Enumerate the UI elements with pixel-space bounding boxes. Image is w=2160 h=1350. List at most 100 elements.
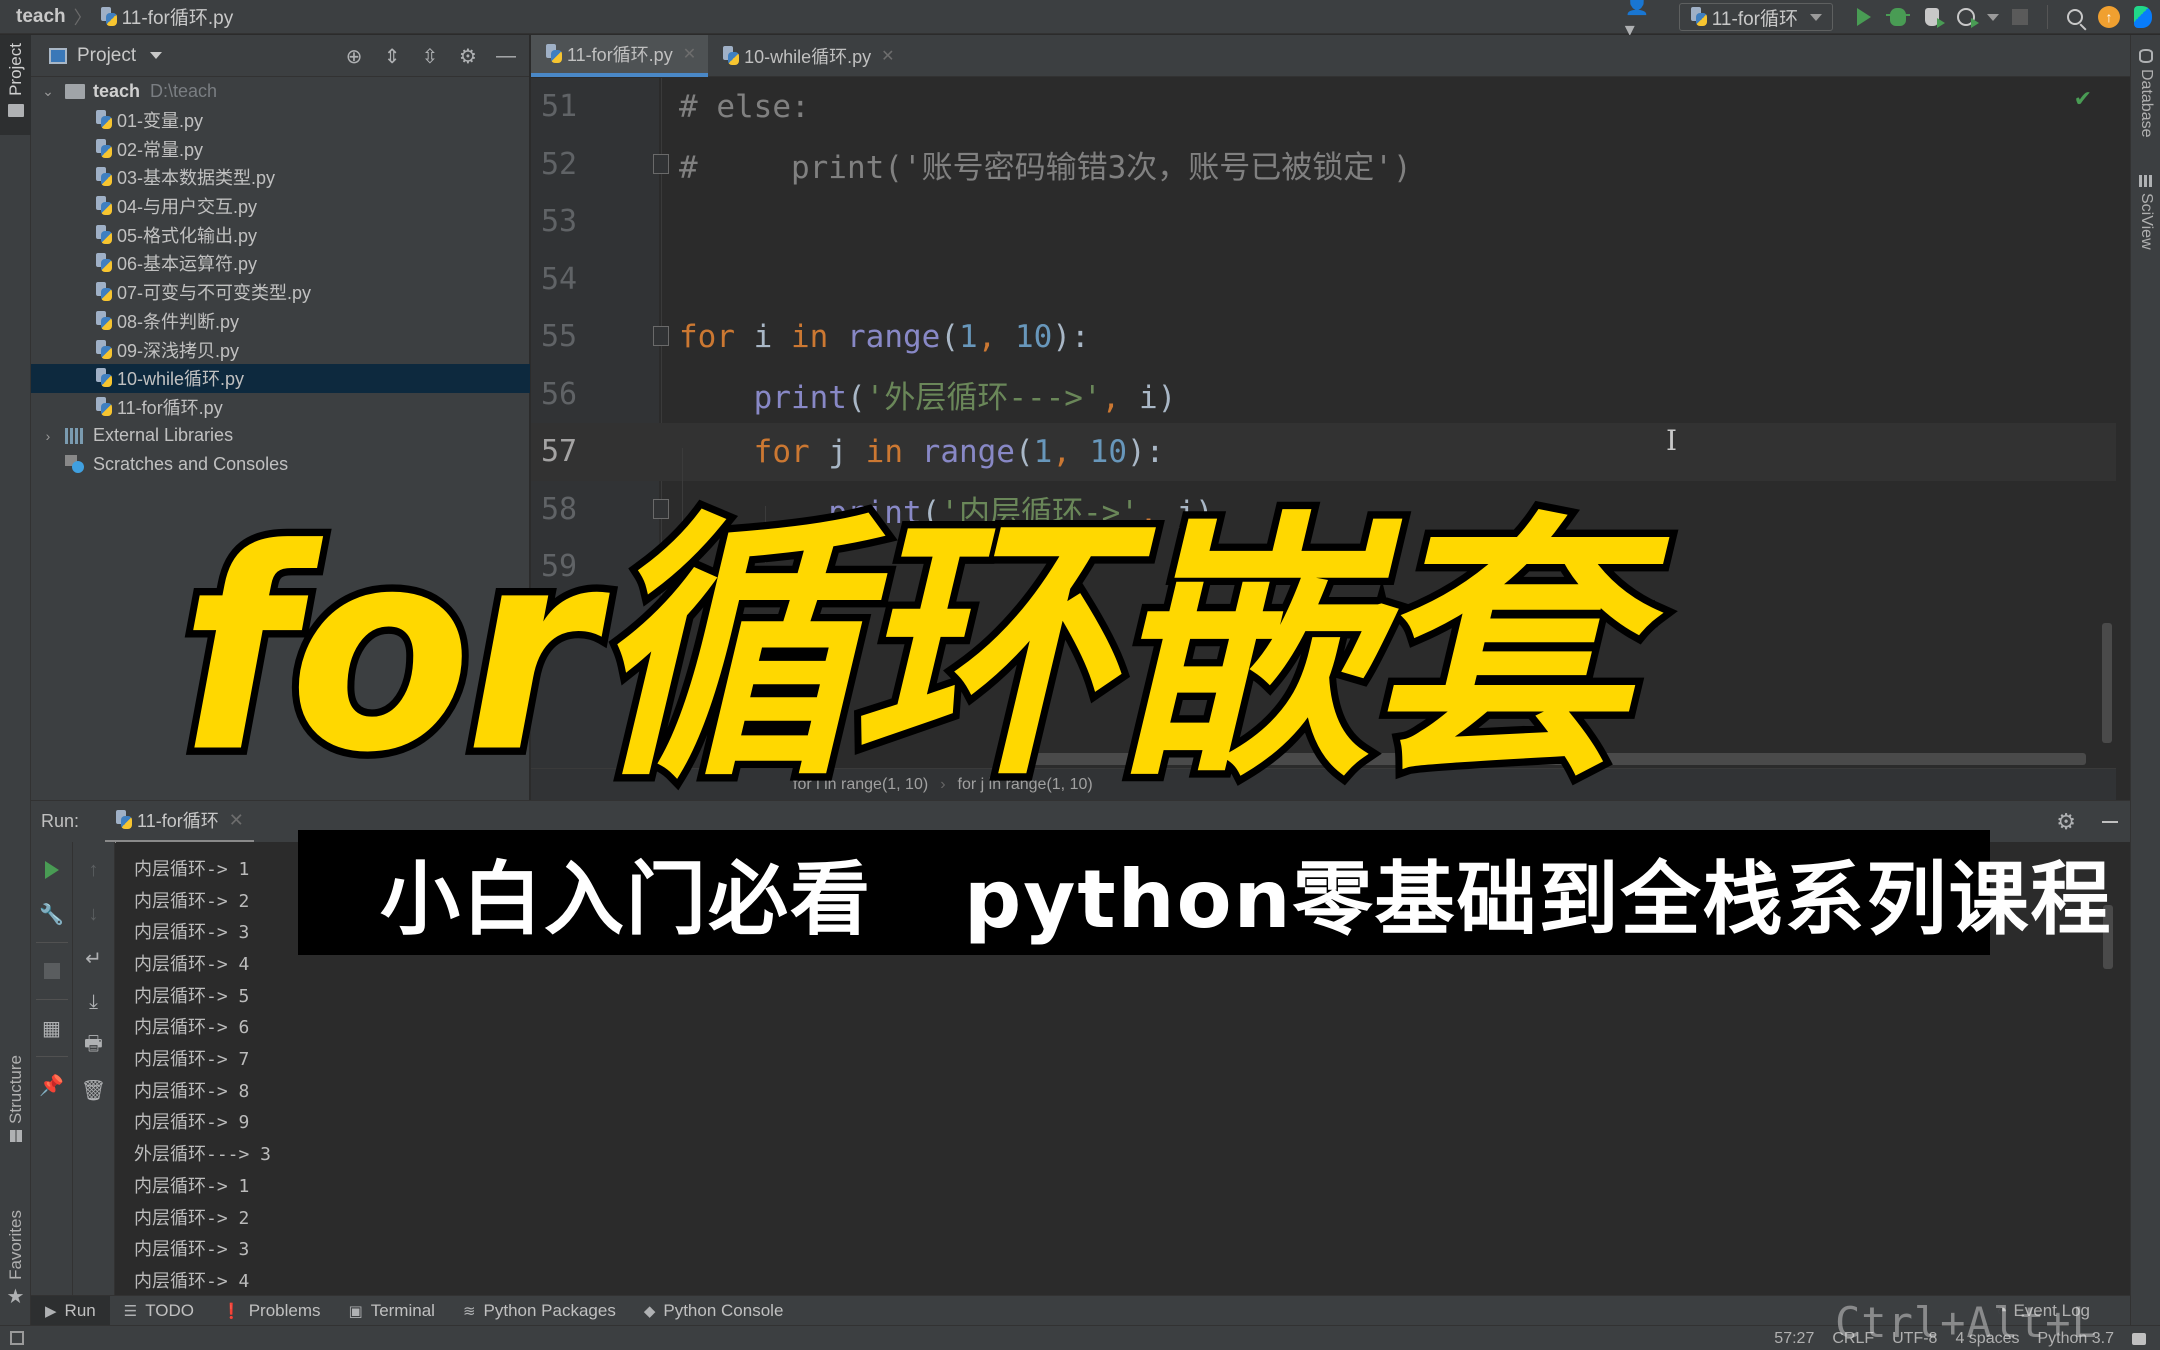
tree-file-item[interactable]: 09-深浅拷贝.py [31,335,530,364]
toolbox-button[interactable] [2126,2,2160,32]
editor-tab-while-loop[interactable]: 10-while循环.py ✕ [708,35,906,77]
project-view-select[interactable]: Project [77,45,136,67]
code-line[interactable]: 55 for i in range(1, 10): [531,308,2116,366]
tree-file-item[interactable]: 08-条件判断.py [31,307,530,336]
code-token: ( [940,318,959,355]
tree-file-item[interactable]: 04-与用户交互.py [31,192,530,221]
line-separator[interactable]: CRLF [1832,1330,1874,1348]
file-encoding[interactable]: UTF-8 [1892,1330,1937,1348]
scroll-down-button[interactable]: ↓ [79,898,109,930]
stop-button[interactable] [2003,2,2037,32]
print-button[interactable]: 🖶 [79,1030,109,1062]
python-icon [115,810,133,830]
soft-wrap-button[interactable]: ↵ [79,942,109,974]
gear-icon[interactable]: ⚙ [457,44,479,69]
scroll-to-end-button[interactable]: ⤓ [79,986,109,1018]
code-token: i) [1120,379,1177,416]
tree-scratches[interactable]: Scratches and Consoles [31,450,530,479]
console-output-line: 内层循环-> 9 [134,1112,250,1134]
hide-panel-icon[interactable]: — [495,45,517,68]
code-line[interactable]: 57 for j in range(1, 10): [531,423,2116,481]
code-line[interactable]: 51 # else: [531,78,2116,136]
hide-panel-icon[interactable] [2102,821,2118,823]
tree-file-item[interactable]: 05-格式化输出.py [31,220,530,249]
tree-file-item[interactable]: 07-可变与不可变类型.py [31,278,530,307]
coverage-button[interactable] [1915,2,1949,32]
update-button[interactable]: ↑ [2092,2,2126,32]
tree-file-item[interactable]: 11-for循环.py [31,393,530,422]
tool-window-sciview[interactable]: SciView [2131,175,2160,250]
chevron-down-icon[interactable] [150,52,163,59]
tree-file-item[interactable]: 03-基本数据类型.py [31,163,530,192]
tree-root-folder[interactable]: ⌄ teach D:\teach [31,77,530,106]
toggle-tool-windows-icon[interactable] [10,1331,24,1345]
rerun-button[interactable] [37,854,67,886]
edit-configuration-button[interactable]: 🔧 [37,898,67,930]
event-log-button[interactable]: ◔ Event Log [1997,1296,2090,1326]
bottom-tab-python-console[interactable]: ◆ Python Console [630,1296,798,1326]
more-run-options-button[interactable] [1983,2,2003,32]
tool-window-project[interactable]: Project [0,35,31,135]
locate-file-icon[interactable]: ⊕ [343,44,365,69]
scroll-up-button[interactable]: ↑ [79,854,109,886]
breadcrumb-project[interactable]: teach [16,6,66,28]
debug-button[interactable] [1881,2,1915,32]
caret-position[interactable]: 57:27 [1774,1330,1814,1348]
code-text: # else: [679,89,810,125]
expand-all-icon[interactable]: ⇕ [381,44,403,69]
chevron-right-icon[interactable]: › [41,428,55,444]
editor-vertical-scrollbar[interactable] [2102,623,2112,743]
no-problems-check-icon[interactable]: ✔ [2074,86,2092,112]
tree-external-libraries[interactable]: › External Libraries [31,421,530,450]
gear-icon[interactable]: ⚙ [2056,809,2076,835]
tree-file-item[interactable]: 02-常量.py [31,134,530,163]
jetbrains-logo-icon [2134,6,2152,28]
close-icon[interactable]: ✕ [683,44,696,64]
tree-file-label: 03-基本数据类型.py [117,168,276,189]
vcs-user-icon[interactable]: 👤▾ [1625,0,1657,41]
scratches-icon [65,455,85,474]
tree-file-item[interactable]: 10-while循环.py [31,363,530,393]
collapse-all-icon[interactable]: ⇳ [419,44,441,69]
bottom-tab-todo[interactable]: ☰ TODO [110,1296,208,1326]
code-text: # print('账号密码输错3次，账号已被锁定') [679,142,1412,187]
code-token: 1 [1033,433,1053,470]
bottom-tab-python-packages[interactable]: ≋ Python Packages [449,1296,630,1326]
code-line[interactable]: 56 print('外层循环--->', i) [531,366,2116,424]
tool-window-database[interactable]: Database [2131,49,2160,138]
run-button[interactable] [1847,2,1881,32]
close-icon[interactable]: ✕ [881,46,894,66]
search-everywhere-button[interactable] [2058,2,2092,32]
breadcrumb-file[interactable]: 11-for循环.py [100,3,233,30]
code-text: for i in range(1, 10): [679,319,1090,355]
stop-button[interactable] [37,955,67,987]
tree-file-item[interactable]: 01-变量.py [31,106,530,135]
pin-tab-button[interactable]: 📌 [37,1069,67,1101]
profile-button[interactable] [1949,2,1983,32]
bottom-tab-terminal[interactable]: ▣ Terminal [335,1296,449,1326]
code-line[interactable]: 52 # print('账号密码输错3次，账号已被锁定') [531,136,2116,194]
divider [35,999,68,1000]
chevron-down-icon[interactable]: ⌄ [41,83,55,100]
fold-marker-icon[interactable] [653,153,669,174]
clear-all-button[interactable]: 🗑 [79,1074,109,1106]
soft-wrap-icon: ↵ [85,947,102,970]
tree-file-item[interactable]: 06-基本运算符.py [31,249,530,278]
tool-window-favorites[interactable]: Favorites ★ [0,1210,31,1309]
indent-setting[interactable]: 4 spaces [1955,1330,2019,1348]
code-line[interactable]: 53 [531,193,2116,251]
python-interpreter[interactable]: Python 3.7 [2038,1330,2115,1348]
fold-marker-icon[interactable] [653,326,669,346]
tool-window-structure-label: Structure [5,1055,25,1124]
bottom-tab-run[interactable]: ▶ Run [31,1295,110,1326]
tool-window-structure[interactable]: Structure [0,1055,31,1142]
lock-icon[interactable] [2132,1332,2146,1345]
bottom-tab-problems[interactable]: ❗ Problems [208,1296,335,1326]
run-configuration-select[interactable]: 11-for循环 [1678,3,1833,31]
code-line[interactable]: 54 [531,251,2116,309]
python-icon [1690,7,1708,27]
restore-layout-button[interactable]: ▦ [37,1012,67,1044]
editor-tab-for-loop[interactable]: 11-for循环.py ✕ [531,35,709,77]
divider [2047,5,2048,29]
